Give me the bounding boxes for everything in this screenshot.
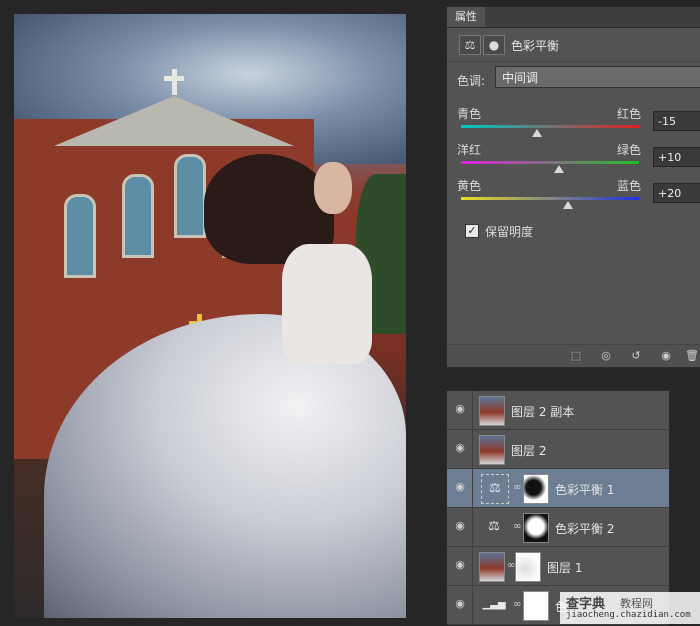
- slider-thumb[interactable]: [562, 201, 573, 209]
- layer-thumbnail: [479, 396, 505, 426]
- eye-icon[interactable]: ◉: [453, 403, 467, 415]
- slider-track[interactable]: [461, 197, 639, 200]
- reset-icon[interactable]: ↺: [627, 348, 645, 364]
- slider-right-label: 绿色: [617, 143, 642, 157]
- layer-name: 图层 2 副本: [511, 405, 575, 419]
- watermark-line2: 教程网: [620, 597, 653, 610]
- layer-mask-thumbnail[interactable]: [523, 474, 549, 504]
- photo-face: [314, 162, 352, 214]
- clip-to-layer-icon[interactable]: ⬚: [567, 348, 585, 364]
- layer-mask-thumbnail[interactable]: [515, 552, 541, 582]
- slider-thumb[interactable]: [531, 129, 542, 137]
- photo-window: [174, 154, 206, 238]
- tab-properties[interactable]: 属性: [447, 7, 485, 27]
- layer-name: 色彩平衡 2: [555, 522, 615, 536]
- visibility-icon[interactable]: ◉: [657, 348, 675, 364]
- slider-left-label: 洋红: [457, 143, 482, 157]
- layer-mask-thumbnail[interactable]: [523, 591, 549, 621]
- adjustment-title: 色彩平衡: [511, 39, 560, 53]
- slider-left-label: 黄色: [457, 179, 482, 193]
- photo-window: [64, 194, 96, 278]
- preserve-luminosity-checkbox[interactable]: ✓: [465, 224, 479, 238]
- eye-icon[interactable]: ◉: [453, 481, 467, 493]
- balance-scale-icon[interactable]: ⚖: [459, 35, 481, 55]
- watermark: 查字典 教程网 jiaocheng.chazidian.com: [560, 592, 700, 624]
- slider-track[interactable]: [461, 125, 639, 128]
- layer-row-selected[interactable]: ◉ ⚖ ∞ 色彩平衡 1: [447, 469, 669, 508]
- layer-name: 图层 2: [511, 444, 547, 458]
- slider-magenta-green[interactable]: 洋红 绿色 +10: [447, 141, 700, 177]
- slider-right-label: 红色: [617, 107, 642, 121]
- slider-value-input[interactable]: +10: [653, 147, 700, 167]
- preserve-luminosity-label: 保留明度: [485, 225, 534, 239]
- view-previous-icon[interactable]: ◎: [597, 348, 615, 364]
- layer-thumbnail: [479, 435, 505, 465]
- tone-label: 色调:: [457, 74, 486, 88]
- wedding-photo[interactable]: [14, 14, 406, 618]
- slider-right-label: 蓝色: [617, 179, 642, 193]
- link-icon[interactable]: ∞: [507, 560, 515, 572]
- balance-scale-icon: ⚖: [488, 519, 500, 534]
- layer-row[interactable]: ◉ ∞ 图层 1: [447, 547, 669, 586]
- properties-header: ⚖ ● 色彩平衡: [447, 29, 700, 62]
- layer-name: 色彩平衡 1: [555, 483, 615, 497]
- slider-yellow-blue[interactable]: 黄色 蓝色 +20: [447, 177, 700, 213]
- photo-window: [122, 174, 154, 258]
- trash-icon[interactable]: 🗑: [683, 348, 700, 364]
- tone-select-value: 中间调: [502, 71, 539, 85]
- slider-value-input[interactable]: +20: [653, 183, 700, 203]
- link-icon[interactable]: ∞: [513, 482, 521, 494]
- layer-row[interactable]: ◉ ⚖ ∞ 色彩平衡 2: [447, 508, 669, 547]
- eye-icon[interactable]: ◉: [453, 559, 467, 571]
- mask-icon[interactable]: ●: [483, 35, 505, 55]
- levels-histogram-icon: ▁▃▅: [482, 599, 506, 610]
- balance-scale-icon: ⚖: [481, 474, 509, 504]
- properties-panel: 属性 ⚖ ● 色彩平衡 色调: 中间调 青色 红色 -15 洋红 绿色 +10 …: [446, 6, 700, 368]
- eye-icon[interactable]: ◉: [453, 520, 467, 532]
- slider-thumb[interactable]: [553, 165, 564, 173]
- document-canvas[interactable]: [0, 0, 440, 624]
- link-icon[interactable]: ∞: [513, 521, 521, 533]
- eye-icon[interactable]: ◉: [453, 598, 467, 610]
- layer-row[interactable]: ◉ 图层 2 副本: [447, 391, 669, 430]
- properties-footer: ⬚ ◎ ↺ ◉ 🗑: [447, 344, 700, 367]
- layer-mask-thumbnail[interactable]: [523, 513, 549, 543]
- slider-left-label: 青色: [457, 107, 482, 121]
- layer-row[interactable]: ◉ 图层 2: [447, 430, 669, 469]
- slider-value-input[interactable]: -15: [653, 111, 700, 131]
- watermark-line3: jiaocheng.chazidian.com: [566, 610, 691, 620]
- layers-panel: ◉ 图层 2 副本 ◉ 图层 2 ◉ ⚖ ∞ 色彩平衡 1 ◉ ⚖ ∞ 色彩平衡…: [446, 390, 670, 626]
- layer-thumbnail: [479, 552, 505, 582]
- tone-select[interactable]: 中间调: [495, 66, 700, 88]
- slider-track[interactable]: [461, 161, 639, 164]
- link-icon[interactable]: ∞: [513, 599, 521, 611]
- layer-name: 图层 1: [547, 561, 583, 575]
- eye-icon[interactable]: ◉: [453, 442, 467, 454]
- properties-tabbar: 属性: [447, 7, 700, 28]
- photo-bodice: [282, 244, 372, 364]
- slider-cyan-red[interactable]: 青色 红色 -15: [447, 105, 700, 141]
